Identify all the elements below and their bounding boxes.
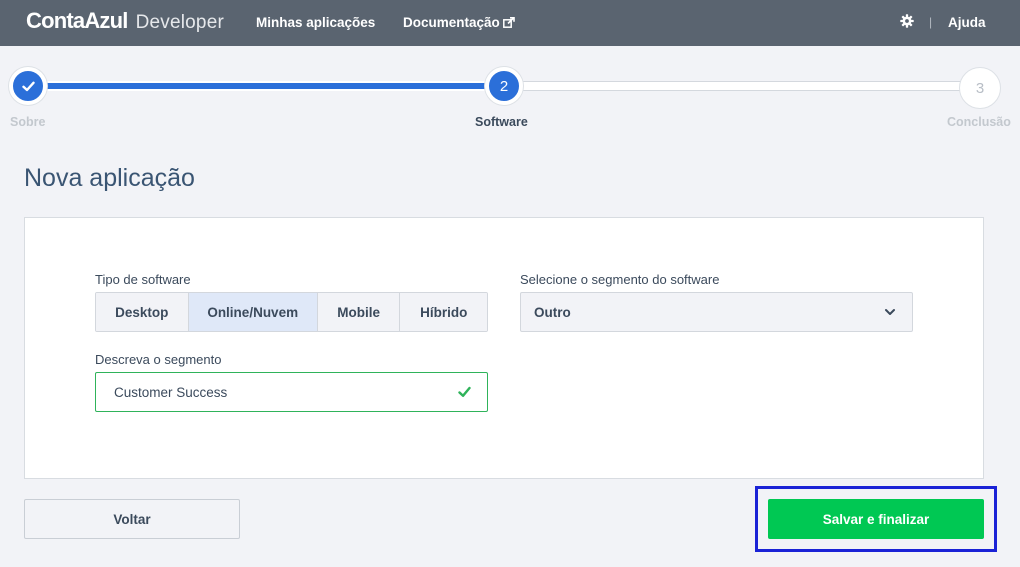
step-1-label: Sobre — [10, 115, 46, 129]
gear-icon[interactable] — [900, 14, 914, 28]
top-navbar: ContaAzul Developer Minhas aplicações Do… — [0, 0, 1020, 46]
segment-select[interactable]: Outro — [520, 292, 913, 332]
step-2-label: Software — [475, 115, 528, 129]
brand-name: ContaAzul — [26, 8, 128, 33]
step-3-label: Conclusão — [947, 115, 1011, 129]
check-icon — [21, 81, 35, 91]
software-type-online[interactable]: Online/Nuvem — [188, 293, 318, 331]
software-type-mobile[interactable]: Mobile — [317, 293, 401, 331]
software-form-card: Tipo de software Desktop Online/Nuvem Mo… — [24, 217, 984, 479]
nav-help-link[interactable]: Ajuda — [948, 15, 986, 30]
software-type-label: Tipo de software — [95, 272, 191, 287]
brand-logo[interactable]: ContaAzul Developer — [26, 8, 224, 34]
software-type-selector: Desktop Online/Nuvem Mobile Híbrido — [95, 292, 488, 332]
chevron-down-icon — [885, 309, 895, 315]
segment-description-input[interactable]: Customer Success — [95, 372, 488, 412]
software-type-hybrid[interactable]: Híbrido — [400, 293, 487, 331]
stepper-progress-done — [28, 81, 504, 91]
segment-description-label: Descreva o segmento — [95, 352, 222, 367]
valid-check-icon — [458, 386, 471, 397]
nav-docs-label: Documentação — [403, 15, 500, 30]
brand-subtitle: Developer — [135, 12, 224, 33]
nav-separator: | — [929, 15, 933, 29]
nav-my-apps-link[interactable]: Minhas aplicações — [256, 15, 375, 30]
step-3-circle: 3 — [959, 67, 1001, 109]
step-1-circle — [9, 67, 47, 105]
step-2-circle: 2 — [485, 67, 523, 105]
software-type-desktop[interactable]: Desktop — [96, 293, 189, 331]
segment-select-label: Selecione o segmento do software — [520, 272, 720, 287]
back-button[interactable]: Voltar — [24, 499, 240, 539]
segment-select-value: Outro — [534, 304, 571, 320]
page-title: Nova aplicação — [24, 164, 195, 192]
segment-description-value: Customer Success — [114, 384, 228, 400]
nav-docs-link[interactable]: Documentação — [403, 15, 515, 30]
external-link-icon — [502, 17, 515, 28]
stepper-progress-pending — [504, 81, 980, 91]
save-and-finish-button[interactable]: Salvar e finalizar — [768, 499, 984, 539]
